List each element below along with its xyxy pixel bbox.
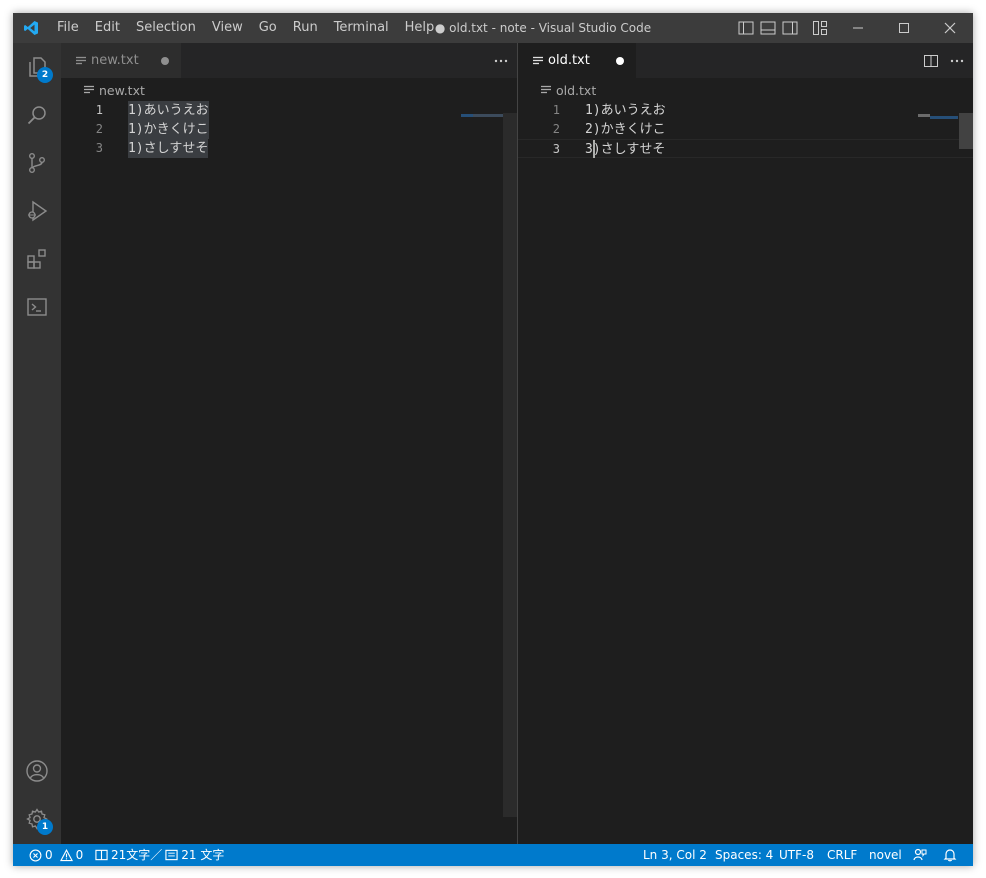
toggle-panel-icon[interactable] [757, 13, 779, 43]
menu-bar: File Edit Selection View Go Run Terminal… [49, 13, 442, 43]
char-count-indicator[interactable]: 21文字／ 21 文字 [95, 844, 224, 866]
error-icon [29, 849, 42, 861]
line-number: 1 [95, 103, 103, 117]
window-controls [835, 13, 973, 43]
customize-layout-icon[interactable] [809, 13, 831, 43]
source-control-icon[interactable] [13, 139, 61, 187]
feedback-icon[interactable] [913, 844, 927, 866]
toggle-primary-sidebar-icon[interactable] [735, 13, 757, 43]
warning-count: 0 [75, 848, 84, 862]
editor-actions-right [923, 43, 965, 78]
text-cursor [593, 140, 595, 158]
breadcrumb-file: new.txt [99, 82, 145, 98]
tab-old-txt[interactable]: old.txt [518, 43, 636, 78]
cursor-position[interactable]: Ln 3, Col 2 [643, 844, 707, 866]
problems-indicator[interactable]: 0 0 [29, 844, 83, 866]
editor-actions-left [493, 43, 509, 78]
line-number: 2 [552, 122, 560, 136]
language-mode[interactable]: novel [869, 844, 902, 866]
line-text: 1)あいうえお [585, 103, 666, 118]
vscode-window: File Edit Selection View Go Run Terminal… [13, 13, 973, 866]
status-bar: 0 0 21文字／ 21 文字 Ln 3, Col 2 Spaces: 4 UT… [13, 844, 973, 866]
editor-group-right: old.txt old.txt 1 1)あいうえお 2 2)かきくけこ 3 3)… [518, 43, 973, 844]
code-line: 1 1)あいうえお [518, 101, 973, 120]
explorer-badge: 2 [37, 67, 53, 83]
split-editor-icon[interactable] [923, 53, 939, 69]
search-icon[interactable] [13, 91, 61, 139]
vscode-logo-icon [13, 13, 49, 43]
minimap-line [930, 116, 958, 119]
warning-icon [59, 848, 73, 861]
minimap-line [473, 114, 503, 117]
tab-label: old.txt [548, 53, 590, 68]
tab-bar-left: new.txt [61, 43, 517, 78]
settings-gear-icon[interactable]: 1 [13, 795, 61, 843]
line-text: 3)さしすせそ [585, 142, 666, 157]
menu-file[interactable]: File [49, 13, 87, 43]
close-window-icon[interactable] [927, 13, 973, 43]
breadcrumb-left[interactable]: new.txt [83, 79, 145, 101]
accounts-icon[interactable] [13, 747, 61, 795]
run-and-debug-icon[interactable] [13, 187, 61, 235]
document-icon [165, 849, 178, 861]
menu-selection[interactable]: Selection [128, 13, 204, 43]
line-number: 1 [552, 103, 560, 117]
more-actions-icon[interactable] [493, 53, 509, 69]
char-count-text-2: 21 文字 [181, 848, 225, 862]
char-count-text: 21文字／ [111, 848, 163, 862]
line-text: 1)さしすせそ [128, 139, 209, 158]
line-text: 1)かきくけこ [128, 120, 209, 139]
code-line: 3 1)さしすせそ [61, 139, 517, 158]
breadcrumb-right[interactable]: old.txt [540, 79, 596, 101]
settings-badge: 1 [37, 819, 53, 835]
terminal-icon[interactable] [13, 283, 61, 331]
extensions-icon[interactable] [13, 235, 61, 283]
window-title: ● old.txt - note - Visual Studio Code [434, 21, 652, 35]
text-file-icon [84, 85, 94, 94]
line-number: 3 [552, 142, 560, 156]
line-number: 3 [95, 141, 103, 155]
editor-group-left: new.txt new.txt 1 1)あいうえお 2 1)かきくけこ 3 1)… [61, 43, 517, 844]
dirty-indicator-icon[interactable] [161, 57, 169, 65]
dirty-indicator-icon[interactable] [616, 57, 624, 65]
line-text: 1)あいうえお [128, 101, 209, 120]
text-file-icon [541, 85, 551, 94]
line-text: 2)かきくけこ [585, 122, 666, 137]
text-file-icon [76, 56, 86, 64]
maximize-icon[interactable] [881, 13, 927, 43]
end-of-line[interactable]: CRLF [827, 844, 857, 866]
menu-view[interactable]: View [204, 13, 251, 43]
encoding[interactable]: UTF-8 [779, 844, 814, 866]
menu-run[interactable]: Run [285, 13, 326, 43]
error-count: 0 [45, 848, 53, 862]
more-actions-icon[interactable] [949, 53, 965, 69]
breadcrumb-file: old.txt [556, 82, 597, 98]
code-line: 2 2)かきくけこ [518, 120, 973, 139]
vertical-scrollbar[interactable] [503, 113, 517, 817]
toggle-secondary-sidebar-icon[interactable] [779, 13, 801, 43]
code-line: 2 1)かきくけこ [61, 120, 517, 139]
layout-controls [735, 13, 831, 43]
indentation[interactable]: Spaces: 4 [715, 844, 773, 866]
tab-new-txt[interactable]: new.txt [61, 43, 181, 78]
tab-bar-right: old.txt [518, 43, 973, 78]
activity-bar: 2 1 [13, 43, 61, 844]
code-line: 1 1)あいうえお [61, 101, 517, 120]
tab-label: new.txt [91, 53, 139, 68]
title-bar: File Edit Selection View Go Run Terminal… [13, 13, 973, 43]
book-icon [95, 849, 108, 861]
line-number: 2 [95, 122, 103, 136]
explorer-icon[interactable]: 2 [13, 43, 61, 91]
vertical-scrollbar[interactable] [959, 113, 973, 149]
notifications-bell-icon[interactable] [943, 844, 957, 866]
minimap[interactable] [461, 114, 473, 117]
menu-terminal[interactable]: Terminal [326, 13, 397, 43]
menu-go[interactable]: Go [251, 13, 285, 43]
minimize-icon[interactable] [835, 13, 881, 43]
text-file-icon [533, 56, 543, 64]
current-line-highlight: 3 3)さしすせそ [518, 139, 973, 158]
menu-edit[interactable]: Edit [87, 13, 128, 43]
minimap[interactable] [918, 114, 930, 117]
